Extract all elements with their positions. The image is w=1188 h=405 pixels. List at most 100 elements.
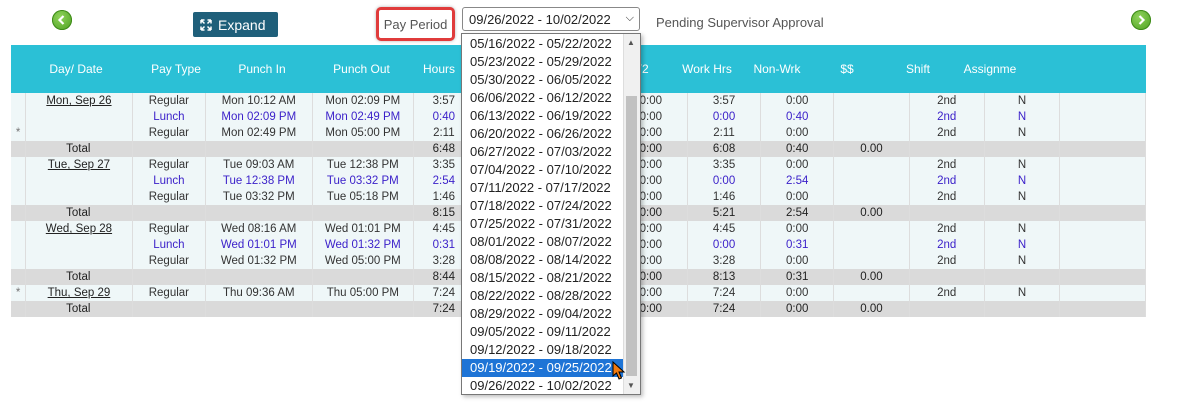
punch-in: Mon 10:12 AM [205, 93, 313, 109]
filler-cell [1059, 253, 1146, 269]
non-wrk: 0:00 [760, 221, 835, 237]
pay-period-select[interactable]: 09/26/2022 - 10/02/2022 ⌵ [462, 7, 640, 31]
pay-period-option[interactable]: 08/08/2022 - 08/14/2022 [462, 251, 623, 269]
day-date [25, 173, 133, 189]
shift: 2nd [909, 189, 985, 205]
punch-in: Tue 03:32 PM [205, 189, 313, 205]
assignment [984, 141, 1061, 157]
pay-type: Regular [132, 285, 206, 301]
work-hrs: 4:45 [687, 221, 762, 237]
col-hours[interactable]: Hours [410, 62, 468, 76]
pay-period-option[interactable]: 08/01/2022 - 08/07/2022 [462, 233, 623, 251]
money [833, 93, 910, 109]
punch-in: Wed 01:32 PM [205, 253, 313, 269]
date-link[interactable]: Thu, Sep 29 [48, 287, 111, 299]
money: 0.00 [833, 269, 910, 285]
col-money[interactable]: $$ [812, 62, 882, 76]
punch-out: Mon 02:09 PM [312, 93, 415, 109]
pay-period-option[interactable]: 05/23/2022 - 05/29/2022 [462, 53, 623, 71]
pay-period-option[interactable]: 08/29/2022 - 09/04/2022 [462, 305, 623, 323]
expand-button[interactable]: Expand [193, 12, 278, 37]
punch-in [205, 205, 313, 221]
non-wrk: 0:00 [760, 285, 835, 301]
pay-period-option[interactable]: 07/25/2022 - 07/31/2022 [462, 215, 623, 233]
edit-marker [11, 237, 27, 253]
col-assignment[interactable]: Assignme [954, 62, 1026, 76]
pay-period-option[interactable]: 07/11/2022 - 07/17/2022 [462, 179, 623, 197]
assignment: N [984, 189, 1061, 205]
punch-out: Tue 05:18 PM [312, 189, 415, 205]
scrollbar-thumb[interactable] [626, 96, 637, 376]
punch-out: Wed 05:00 PM [312, 253, 415, 269]
punch-out [312, 205, 415, 221]
edit-marker [11, 157, 27, 173]
mouse-cursor-icon [612, 361, 626, 380]
non-wrk: 0:31 [760, 237, 835, 253]
pay-period-option[interactable]: 06/27/2022 - 07/03/2022 [462, 143, 623, 161]
pay-type: Regular [132, 157, 206, 173]
punch-in: Mon 02:09 PM [205, 109, 313, 125]
work-hrs: 8:13 [687, 269, 762, 285]
punch-in: Mon 02:49 PM [205, 125, 313, 141]
day-date [25, 125, 133, 141]
assignment: N [984, 237, 1061, 253]
scroll-down-icon[interactable]: ▼ [627, 381, 635, 390]
non-wrk: 0:00 [760, 157, 835, 173]
non-wrk: 2:54 [760, 173, 835, 189]
day-date [25, 237, 133, 253]
pay-period-option[interactable]: 06/06/2022 - 06/12/2022 [462, 89, 623, 107]
pay-period-option[interactable]: 08/22/2022 - 08/28/2022 [462, 287, 623, 305]
previous-period-button[interactable] [52, 10, 72, 30]
day-date [25, 189, 133, 205]
chevron-down-icon: ⌵ [625, 12, 634, 24]
day-date: Wed, Sep 28 [25, 221, 133, 237]
punch-in [205, 301, 313, 317]
money [833, 189, 910, 205]
money [833, 237, 910, 253]
approval-status: Pending Supervisor Approval [656, 15, 824, 30]
shift: 2nd [909, 157, 985, 173]
pay-period-option[interactable]: 09/12/2022 - 09/18/2022 [462, 341, 623, 359]
pay-period-option[interactable]: 08/15/2022 - 08/21/2022 [462, 269, 623, 287]
filler-cell [1059, 173, 1146, 189]
pay-period-option[interactable]: 06/13/2022 - 06/19/2022 [462, 107, 623, 125]
punch-out [312, 141, 415, 157]
col-pay-type[interactable]: Pay Type [141, 62, 211, 76]
edit-marker [11, 173, 27, 189]
pay-period-option[interactable]: 09/05/2022 - 09/11/2022 [462, 323, 623, 341]
money [833, 109, 910, 125]
expand-label: Expand [218, 16, 266, 33]
money [833, 173, 910, 189]
col-shift[interactable]: Shift [882, 62, 954, 76]
date-link[interactable]: Tue, Sep 27 [48, 159, 110, 171]
shift: 2nd [909, 221, 985, 237]
col-work-hrs[interactable]: Work Hrs [672, 62, 742, 76]
dropdown-scrollbar[interactable]: ▲ ▼ [623, 34, 640, 394]
shift [909, 205, 985, 221]
pay-period-option[interactable]: 05/30/2022 - 06/05/2022 [462, 71, 623, 89]
next-period-button[interactable] [1131, 10, 1151, 30]
pay-period-dropdown-list[interactable]: 05/16/2022 - 05/22/2022 05/23/2022 - 05/2… [461, 33, 641, 395]
col-non-wrk[interactable]: Non-Wrk [742, 62, 812, 76]
pay-period-option[interactable]: 05/16/2022 - 05/22/2022 [462, 35, 623, 53]
day-date: Total [25, 301, 133, 317]
money: 0.00 [833, 205, 910, 221]
col-punch-out[interactable]: Punch Out [313, 62, 410, 76]
pay-period-option[interactable]: 06/20/2022 - 06/26/2022 [462, 125, 623, 143]
pay-period-option[interactable]: 09/26/2022 - 10/02/2022 [462, 377, 623, 394]
date-link[interactable]: Mon, Sep 26 [46, 95, 111, 107]
non-wrk: 0:00 [760, 301, 835, 317]
col-punch-in[interactable]: Punch In [211, 62, 313, 76]
date-link[interactable]: Wed, Sep 28 [46, 223, 112, 235]
pay-period-option[interactable]: 07/04/2022 - 07/10/2022 [462, 161, 623, 179]
pay-period-option[interactable]: 07/18/2022 - 07/24/2022 [462, 197, 623, 215]
pay-period-option[interactable]: 09/19/2022 - 09/25/2022 [462, 359, 623, 377]
assignment: N [984, 109, 1061, 125]
shift: 2nd [909, 93, 985, 109]
scroll-up-icon[interactable]: ▲ [627, 38, 635, 47]
day-date: Total [25, 269, 133, 285]
col-day-date[interactable]: Day/ Date [11, 62, 141, 76]
assignment [984, 205, 1061, 221]
work-hrs: 0:00 [687, 237, 762, 253]
filler-cell [1059, 285, 1146, 301]
